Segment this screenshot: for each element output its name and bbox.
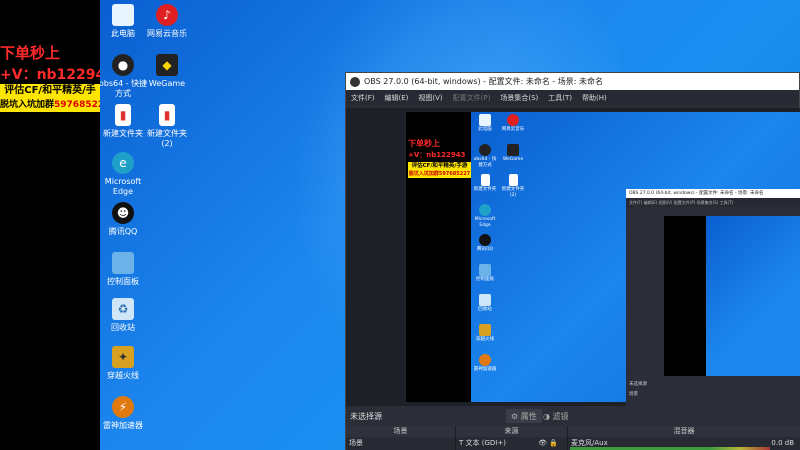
file-icon: ▮ [159,104,175,126]
mixer-channel: 麦克风/Aux 0.0 dB [568,437,800,450]
desktop-icon-netease[interactable]: ♪ 网易云音乐 [142,4,192,39]
obs-window[interactable]: OBS 27.0.0 (64-bit, windows) - 配置文件: 未命名… [345,72,800,450]
preview-icon: 控制面板 [472,264,498,283]
scenes-dock: 场景 场景 [346,426,456,450]
menu-edit[interactable]: 编辑(E) [385,93,409,103]
desktop-icon-folder-1[interactable]: ▮ 新建文件夹 [100,104,148,139]
preview-icon: 此电脑 [472,114,498,133]
menu-profile[interactable]: 配置文件(P) [453,93,491,103]
preview-icon: obs64 - 快捷方式 [472,144,498,169]
desktop-icon-qq[interactable]: ☻ 腾讯QQ [100,202,148,237]
obs-window-title: OBS 27.0.0 (64-bit, windows) - 配置文件: 未命名… [364,77,604,86]
control-panel-icon [112,252,134,274]
preview-icon: 雷神加速器 [472,354,498,373]
nested-obs-window: OBS 27.0.0 (64-bit, windows) - 配置文件: 未命名… [626,189,800,406]
obs-docks: 场景 场景 来源 T 文本 (GDI+) 👁 🔒 混音器 麦克风/Aux 0.0… [346,426,800,450]
obs-preview[interactable]: 下单秒上 +V：nb122943 评估CF/和平精英/手游 脱坑入坑加群5976… [346,108,800,406]
desktop-icon-control-panel[interactable]: 控制面板 [100,252,148,287]
sources-dock: 来源 T 文本 (GDI+) 👁 🔒 [456,426,568,450]
mixer-dock: 混音器 麦克风/Aux 0.0 dB [568,426,800,450]
menu-file[interactable]: 文件(F) [351,93,375,103]
desktop-icon-wegame[interactable]: ◆ WeGame [142,54,192,89]
desktop-icon-edge[interactable]: e Microsoft Edge [100,152,148,197]
scenes-header: 场景 [346,426,455,437]
file-icon: ▮ [115,104,131,126]
obs-icon: ● [112,54,134,76]
eye-icon[interactable]: 👁 [538,439,547,447]
obs-logo-icon [350,76,360,87]
nested-black-strip [664,216,706,376]
preview-icon: 回收站 [472,294,498,313]
menu-scene-collection[interactable]: 场景集合(S) [500,93,538,103]
crossfire-icon: ✦ [112,346,134,368]
mixer-header: 混音器 [568,426,800,437]
pc-icon [112,4,134,26]
recycle-bin-icon: ♻ [112,298,134,320]
preview-icon: 穿越火线 [472,324,498,343]
menu-help[interactable]: 帮助(H) [582,93,607,103]
preview-icon: Microsoft Edge [472,204,498,229]
desktop-icon-leishen[interactable]: ⚡ 雷神加速器 [100,396,148,431]
obs-menubar: 文件(F) 编辑(E) 视图(V) 配置文件(P) 场景集合(S) 工具(T) … [346,90,799,105]
edge-icon: e [112,152,134,174]
desktop-icon-crossfire[interactable]: ✦ 穿越火线 [100,346,148,381]
preview-icon: 新建文件夹(2) [500,174,526,199]
menu-view[interactable]: 视图(V) [418,93,442,103]
source-item[interactable]: T 文本 (GDI+) 👁 🔒 [456,437,567,450]
obs-titlebar[interactable]: OBS 27.0.0 (64-bit, windows) - 配置文件: 未命名… [346,73,799,90]
preview-icon: 新建文件夹 [472,174,498,193]
preview-overlay-line-1: 下单秒上 [408,139,440,148]
qq-icon: ☻ [112,202,134,224]
nested-docks: 未选择源 场景 [626,379,800,406]
wegame-icon: ◆ [156,54,178,76]
desktop-icon-folder-2[interactable]: ▮ 新建文件夹(2) [142,104,192,149]
overlay-strip: 下单秒上 +V：nb122943 评估CF/和平精英/手游 脱坑入坑加群5976… [0,0,115,450]
properties-button[interactable]: ⚙ 属性 [506,409,542,423]
lock-icon[interactable]: 🔒 [549,439,558,447]
filter-icon: ◑ [543,411,550,421]
gear-icon: ⚙ [511,411,519,421]
leishen-icon: ⚡ [112,396,134,418]
desktop-icon-obs[interactable]: ● obs64 - 快捷方式 [100,54,148,99]
preview-icon: WeGame [500,144,526,163]
scene-item[interactable]: 场景 [346,437,455,450]
preview-icon: 腾讯QQ [472,234,498,253]
nested-desktop [706,216,800,376]
menu-tools[interactable]: 工具(T) [548,93,572,103]
preview-icon: 网易云音乐 [500,114,526,133]
preview-overlay-line-4: 脱坑入坑加群597685227 [408,170,471,178]
filters-button[interactable]: ◑ 滤镜 [538,409,574,423]
overlay-line-4: 脱坑入坑加群597685227 [0,98,111,112]
source-toolbar: 未选择源 ⚙ 属性 ◑ 滤镜 [346,406,800,426]
text-source-icon: T [459,439,464,447]
no-source-label: 未选择源 [350,411,382,421]
overlay-line-1: 下单秒上 [0,44,61,62]
preview-overlay-line-3: 评估CF/和平精英/手游 [408,162,471,170]
overlay-line-2: +V：nb122943 [0,67,116,83]
desktop-icon-recycle-bin[interactable]: ♻ 回收站 [100,298,148,333]
preview-overlay-line-2: +V：nb122943 [408,151,466,159]
sources-header: 来源 [456,426,567,437]
netease-music-icon: ♪ [156,4,178,26]
desktop-icon-pc[interactable]: 此电脑 [100,4,148,39]
